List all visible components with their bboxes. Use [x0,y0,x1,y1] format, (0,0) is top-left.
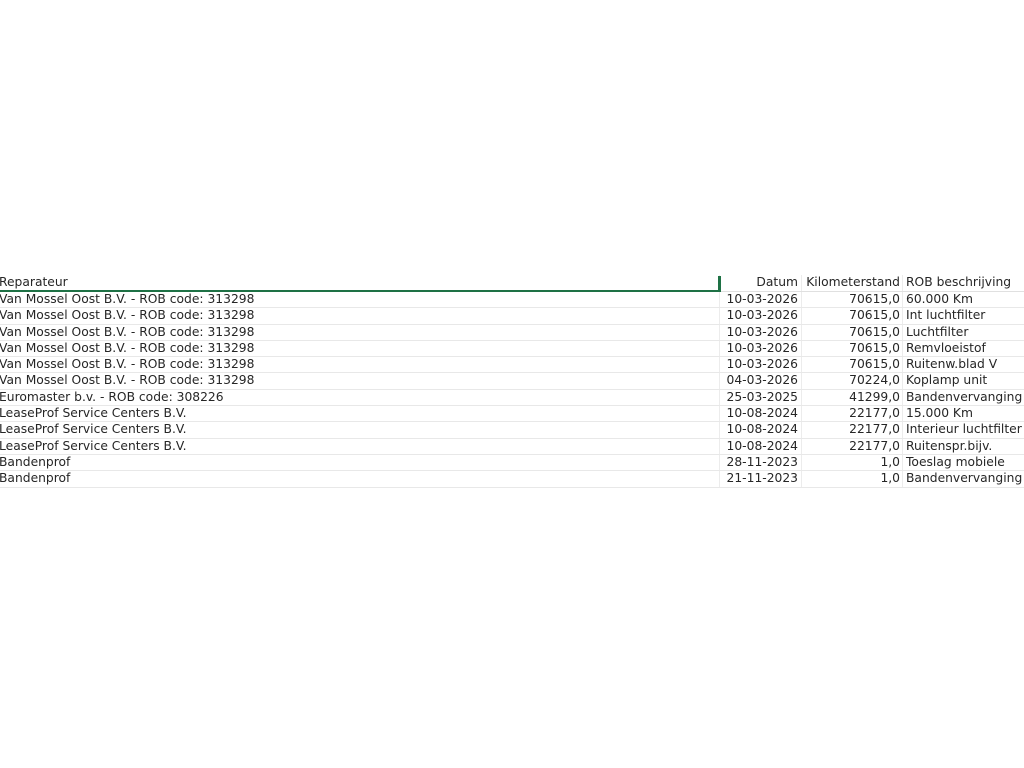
cell-kilometerstand[interactable]: 1,0 [802,454,903,471]
cell-datum[interactable]: 10-03-2026 [721,324,802,340]
cell-datum[interactable]: 10-03-2026 [721,340,802,357]
cell-rob-beschrijving[interactable]: Toeslag mobiele [903,455,1024,470]
table-row: Van Mossel Oost B.V. - ROB code: 313298 1… [0,292,1024,309]
cell-reparateur[interactable]: Van Mossel Oost B.V. - ROB code: 313298 [0,308,720,324]
cell-datum[interactable]: 10-08-2024 [721,422,802,438]
spreadsheet-grid: Reparateur Datum Kilometerstand ROB besc… [0,275,1024,488]
cell-datum[interactable]: 10-08-2024 [721,406,802,422]
cell-datum[interactable]: 10-03-2026 [721,292,802,308]
cell-reparateur[interactable]: LeaseProf Service Centers B.V. [0,422,720,438]
cell-datum[interactable]: 21-11-2023 [721,471,802,487]
cell-reparateur[interactable]: Van Mossel Oost B.V. - ROB code: 313298 [0,340,720,357]
cell-cursor-edge [718,276,721,291]
cell-reparateur[interactable]: Van Mossel Oost B.V. - ROB code: 313298 [0,357,720,373]
cell-reparateur[interactable]: Bandenprof [0,471,720,487]
table-row: LeaseProf Service Centers B.V. 10-08-2024… [0,406,1024,423]
header-row: Reparateur Datum Kilometerstand ROB besc… [0,275,1024,292]
table-row: Bandenprof 28-11-2023 1,0 Toeslag mobiele [0,454,1024,472]
cell-kilometerstand[interactable]: 70615,0 [802,292,903,308]
cell-reparateur[interactable]: Van Mossel Oost B.V. - ROB code: 313298 [0,324,720,340]
cell-kilometerstand[interactable]: 41299,0 [802,389,903,406]
cell-rob-beschrijving[interactable]: Bandenvervanging [903,471,1024,486]
cell-kilometerstand[interactable]: 70615,0 [802,340,903,357]
table-row: Van Mossel Oost B.V. - ROB code: 313298 1… [0,357,1024,374]
cell-reparateur[interactable]: Van Mossel Oost B.V. - ROB code: 313298 [0,292,720,308]
header-rob-beschrijving[interactable]: ROB beschrijving [903,275,1024,291]
table-row: LeaseProf Service Centers B.V. 10-08-2024… [0,422,1024,439]
cell-datum[interactable]: 25-03-2025 [721,389,802,406]
cell-rob-beschrijving[interactable]: Luchtfilter [903,325,1024,340]
cell-kilometerstand[interactable]: 22177,0 [802,422,903,438]
cell-rob-beschrijving[interactable]: 60.000 Km [903,292,1024,307]
cell-rob-beschrijving[interactable]: 15.000 Km [903,406,1024,421]
cell-kilometerstand[interactable]: 22177,0 [802,406,903,422]
table-row: Van Mossel Oost B.V. - ROB code: 313298 1… [0,324,1024,341]
table-row: Bandenprof 21-11-2023 1,0 Bandenvervanging [0,471,1024,488]
cell-kilometerstand[interactable]: 70224,0 [802,373,903,389]
cell-rob-beschrijving[interactable]: Bandenvervanging [903,390,1024,405]
table-row: Van Mossel Oost B.V. - ROB code: 313298 1… [0,340,1024,358]
cell-rob-beschrijving[interactable]: Ruitenspr.bijv. [903,439,1024,454]
header-kilometerstand[interactable]: Kilometerstand [802,275,903,291]
cell-kilometerstand[interactable]: 70615,0 [802,357,903,373]
cell-kilometerstand[interactable]: 70615,0 [802,324,903,340]
cell-datum[interactable]: 04-03-2026 [721,373,802,389]
header-datum[interactable]: Datum [721,275,802,291]
cell-datum[interactable]: 10-08-2024 [721,438,802,454]
table-row: Euromaster b.v. - ROB code: 308226 25-03-… [0,389,1024,407]
cell-reparateur[interactable]: Euromaster b.v. - ROB code: 308226 [0,389,720,406]
table-body: Van Mossel Oost B.V. - ROB code: 313298 1… [0,292,1024,488]
cell-rob-beschrijving[interactable]: Interieur luchtfilter [903,422,1024,437]
cell-reparateur[interactable]: LeaseProf Service Centers B.V. [0,406,720,422]
cell-datum[interactable]: 10-03-2026 [721,308,802,324]
cell-datum[interactable]: 28-11-2023 [721,454,802,471]
cell-kilometerstand[interactable]: 22177,0 [802,438,903,454]
cell-reparateur[interactable]: Bandenprof [0,454,720,471]
header-reparateur[interactable]: Reparateur [0,275,720,291]
table-row: Van Mossel Oost B.V. - ROB code: 313298 0… [0,373,1024,390]
table-row: Van Mossel Oost B.V. - ROB code: 313298 1… [0,308,1024,325]
cell-rob-beschrijving[interactable]: Remvloeistof [903,341,1024,356]
cell-rob-beschrijving[interactable]: Int luchtfilter [903,308,1024,323]
cell-rob-beschrijving[interactable]: Ruitenw.blad V [903,357,1024,372]
table-row: LeaseProf Service Centers B.V. 10-08-2024… [0,438,1024,455]
cell-datum[interactable]: 10-03-2026 [721,357,802,373]
cell-reparateur[interactable]: Van Mossel Oost B.V. - ROB code: 313298 [0,373,720,389]
cell-kilometerstand[interactable]: 1,0 [802,471,903,487]
cell-kilometerstand[interactable]: 70615,0 [802,308,903,324]
cell-reparateur[interactable]: LeaseProf Service Centers B.V. [0,438,720,454]
cell-rob-beschrijving[interactable]: Koplamp unit [903,373,1024,388]
